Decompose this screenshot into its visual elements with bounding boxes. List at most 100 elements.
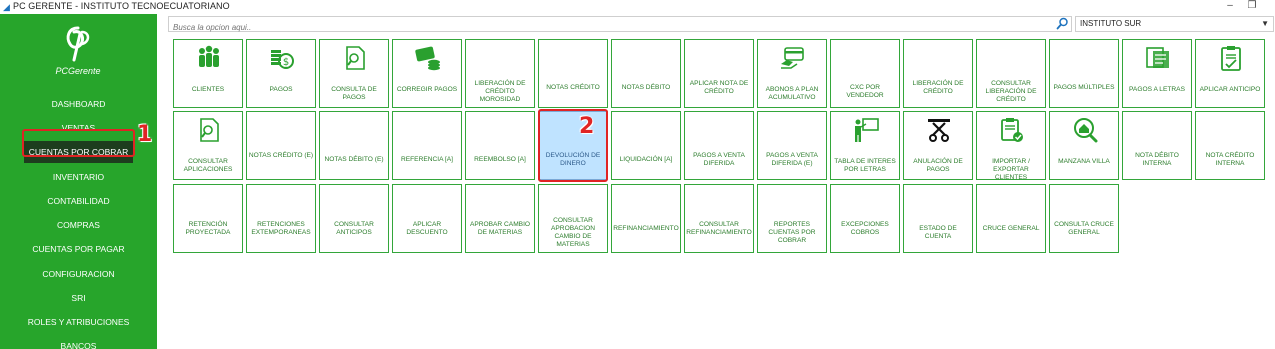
card-coins-icon xyxy=(414,44,442,72)
scissors-icon xyxy=(925,116,953,144)
tile-aplicar-descuento[interactable]: APLICAR DESCUENTO xyxy=(392,184,462,253)
tile-manzana-villa[interactable]: MANZANA VILLA xyxy=(1049,111,1119,180)
tile-nota-debito-interna[interactable]: NOTA DÉBITO INTERNA xyxy=(1122,111,1192,180)
tile-label: CONSULTAR LIBERACIÓN DE CRÉDITO xyxy=(985,80,1037,103)
tile-label: RETENCIÓN PROYECTADA xyxy=(185,221,231,236)
invoice-icon xyxy=(1144,44,1172,72)
card-hand-icon xyxy=(779,44,807,72)
tile-label: TABLA DE INTERES POR LETRAS xyxy=(834,158,896,173)
tile-pagos-multiples[interactable]: PAGOS MÚLTIPLES xyxy=(1049,39,1119,108)
tile-label: LIBERACIÓN DE CRÉDITO xyxy=(912,80,964,95)
tile-label: PAGOS A LETRAS xyxy=(1129,86,1185,93)
coins-icon: $ xyxy=(268,44,296,72)
tile-pagos-a-venta-diferida[interactable]: PAGOS A VENTA DIFERIDA xyxy=(684,111,754,180)
tile-label: PAGOS A VENTA DIFERIDA (E) xyxy=(766,152,818,167)
tile-refinanciamiento[interactable]: REFINANCIAMIENTO xyxy=(611,184,681,253)
tile-label: RETENCIONES EXTEMPORANEAS xyxy=(251,221,311,236)
doc-search-icon xyxy=(341,44,369,72)
svg-text:$: $ xyxy=(283,57,289,68)
clipboard-badge-icon xyxy=(998,116,1026,144)
tile-notas-credito-e[interactable]: NOTAS CRÉDITO (E) xyxy=(246,111,316,180)
tile-pagos-a-letras[interactable]: PAGOS A LETRAS xyxy=(1122,39,1192,108)
tile-consulta-de-pagos[interactable]: CONSULTA DE PAGOS xyxy=(319,39,389,108)
annotation-box-2 xyxy=(538,109,608,182)
tile-label: CLIENTES xyxy=(191,86,225,93)
tile-label: REPORTES CUENTAS POR COBRAR xyxy=(768,221,816,244)
tile-corregir-pagos[interactable]: CORREGIR PAGOS xyxy=(392,39,462,108)
tile-consulta-cruce-general[interactable]: CONSULTA CRUCE GENERAL xyxy=(1049,184,1119,253)
tile-referencia-a[interactable]: REFERENCIA [A] xyxy=(392,111,462,180)
tile-retencion-proyectada[interactable]: RETENCIÓN PROYECTADA xyxy=(173,184,243,253)
tile-consultar-aprobacion-cambio-de-materias[interactable]: CONSULTAR APROBACION CAMBIO DE MATERIAS xyxy=(538,184,608,253)
tile-label: APLICAR NOTA DE CRÉDITO xyxy=(689,80,749,95)
tile-label: APLICAR ANTICIPO xyxy=(1199,86,1261,93)
tile-retenciones-extemporaneas[interactable]: RETENCIONES EXTEMPORANEAS xyxy=(246,184,316,253)
tile-consultar-refinanciamiento[interactable]: CONSULTAR REFINANCIAMIENTO xyxy=(684,184,754,253)
tile-label: CXC POR VENDEDOR xyxy=(846,84,884,99)
tile-label: PAGOS A VENTA DIFERIDA xyxy=(693,152,745,167)
tile-label: IMPORTAR / EXPORTAR CLIENTES xyxy=(992,158,1030,180)
tile-label: CONSULTAR ANTICIPOS xyxy=(334,221,374,236)
tile-consultar-aplicaciones[interactable]: CONSULTAR APLICACIONES xyxy=(173,111,243,180)
tile-cruce-general[interactable]: CRUCE GENERAL xyxy=(976,184,1046,253)
tile-label: CONSULTAR APLICACIONES xyxy=(183,158,233,173)
tile-consultar-liberacion-de-credito[interactable]: CONSULTAR LIBERACIÓN DE CRÉDITO xyxy=(976,39,1046,108)
tile-pagos[interactable]: $ PAGOS xyxy=(246,39,316,108)
clipboard-check-icon xyxy=(1217,44,1245,72)
tile-clientes[interactable]: CLIENTES xyxy=(173,39,243,108)
tile-label: ABONOS A PLAN ACUMULATIVO xyxy=(765,86,819,101)
tile-label: NOTAS DÉBITO (E) xyxy=(324,156,384,163)
tile-tabla-de-interes-por-letras[interactable]: TABLA DE INTERES POR LETRAS xyxy=(830,111,900,180)
tile-label: PAGOS MÚLTIPLES xyxy=(1053,84,1115,91)
tile-liberacion-de-credito[interactable]: LIBERACIÓN DE CRÉDITO xyxy=(903,39,973,108)
tile-notas-credito[interactable]: NOTAS CRÉDITO xyxy=(538,39,608,108)
tile-label: EXCEPCIONES COBROS xyxy=(841,221,889,236)
tile-label: PAGOS xyxy=(269,86,293,93)
tile-importar-exportar-clientes[interactable]: IMPORTAR / EXPORTAR CLIENTES xyxy=(976,111,1046,180)
tile-excepciones-cobros[interactable]: EXCEPCIONES COBROS xyxy=(830,184,900,253)
tile-label: CONSULTA DE PAGOS xyxy=(331,86,377,101)
tile-label: CONSULTA CRUCE GENERAL xyxy=(1054,221,1114,236)
tile-aplicar-anticipo[interactable]: APLICAR ANTICIPO xyxy=(1195,39,1265,108)
tile-aprobar-cambio-de-materias[interactable]: APROBAR CAMBIO DE MATERIAS xyxy=(465,184,535,253)
tile-liberacion-de-credito-morosidad[interactable]: LIBERACIÓN DE CRÉDITO MOROSIDAD xyxy=(465,39,535,108)
tile-label: REEMBOLSO [A] xyxy=(474,156,526,163)
tile-label: NOTAS CRÉDITO (E) xyxy=(248,152,314,159)
tile-cxc-por-vendedor[interactable]: CXC POR VENDEDOR xyxy=(830,39,900,108)
tile-label: LIBERACIÓN DE CRÉDITO MOROSIDAD xyxy=(474,80,526,103)
tile-label: CORREGIR PAGOS xyxy=(396,86,458,93)
tile-label: CONSULTAR REFINANCIAMIENTO xyxy=(686,221,752,236)
users-icon xyxy=(195,44,223,72)
tile-notas-debito[interactable]: NOTAS DÉBITO xyxy=(611,39,681,108)
tile-anulacion-de-pagos[interactable]: ANULACIÓN DE PAGOS xyxy=(903,111,973,180)
tile-label: NOTA DÉBITO INTERNA xyxy=(1135,152,1179,167)
doc-search-icon xyxy=(195,116,223,144)
tile-notas-debito-e[interactable]: NOTAS DÉBITO (E) xyxy=(319,111,389,180)
tile-pagos-a-venta-diferida-e[interactable]: PAGOS A VENTA DIFERIDA (E) xyxy=(757,111,827,180)
tile-label: MANZANA VILLA xyxy=(1058,158,1110,165)
tile-aplicar-nota-de-credito[interactable]: APLICAR NOTA DE CRÉDITO xyxy=(684,39,754,108)
tile-label: CRUCE GENERAL xyxy=(982,225,1040,232)
tile-consultar-anticipos[interactable]: CONSULTAR ANTICIPOS xyxy=(319,184,389,253)
annotation-number-2: 2 xyxy=(579,114,595,139)
tile-label: NOTAS DÉBITO xyxy=(621,84,671,91)
house-search-icon xyxy=(1071,116,1099,144)
tile-label: ESTADO DE CUENTA xyxy=(919,225,957,240)
tile-grid: CLIENTES $ PAGOS CONSULTA DE PAGOS CORREGIR … xyxy=(0,0,1275,349)
tile-reportes-cuentas-por-cobrar[interactable]: REPORTES CUENTAS POR COBRAR xyxy=(757,184,827,253)
tile-label: LIQUIDACIÓN [A] xyxy=(619,156,673,163)
tile-label: ANULACIÓN DE PAGOS xyxy=(913,158,963,173)
tile-label: CONSULTAR APROBACION CAMBIO DE MATERIAS xyxy=(551,217,595,248)
presenter-icon xyxy=(852,116,880,144)
tile-abonos-a-plan-acumulativo[interactable]: ABONOS A PLAN ACUMULATIVO xyxy=(757,39,827,108)
tile-label: NOTAS CRÉDITO xyxy=(546,84,600,91)
tile-label: APROBAR CAMBIO DE MATERIAS xyxy=(469,221,531,236)
tile-liquidacion-a[interactable]: LIQUIDACIÓN [A] xyxy=(611,111,681,180)
tile-label: REFINANCIAMIENTO xyxy=(613,225,679,232)
tile-label: NOTA CRÉDITO INTERNA xyxy=(1205,152,1255,167)
tile-estado-de-cuenta[interactable]: ESTADO DE CUENTA xyxy=(903,184,973,253)
tile-label: REFERENCIA [A] xyxy=(400,156,454,163)
tile-nota-credito-interna[interactable]: NOTA CRÉDITO INTERNA xyxy=(1195,111,1265,180)
tile-reembolso-a[interactable]: REEMBOLSO [A] xyxy=(465,111,535,180)
tile-label: APLICAR DESCUENTO xyxy=(406,221,448,236)
